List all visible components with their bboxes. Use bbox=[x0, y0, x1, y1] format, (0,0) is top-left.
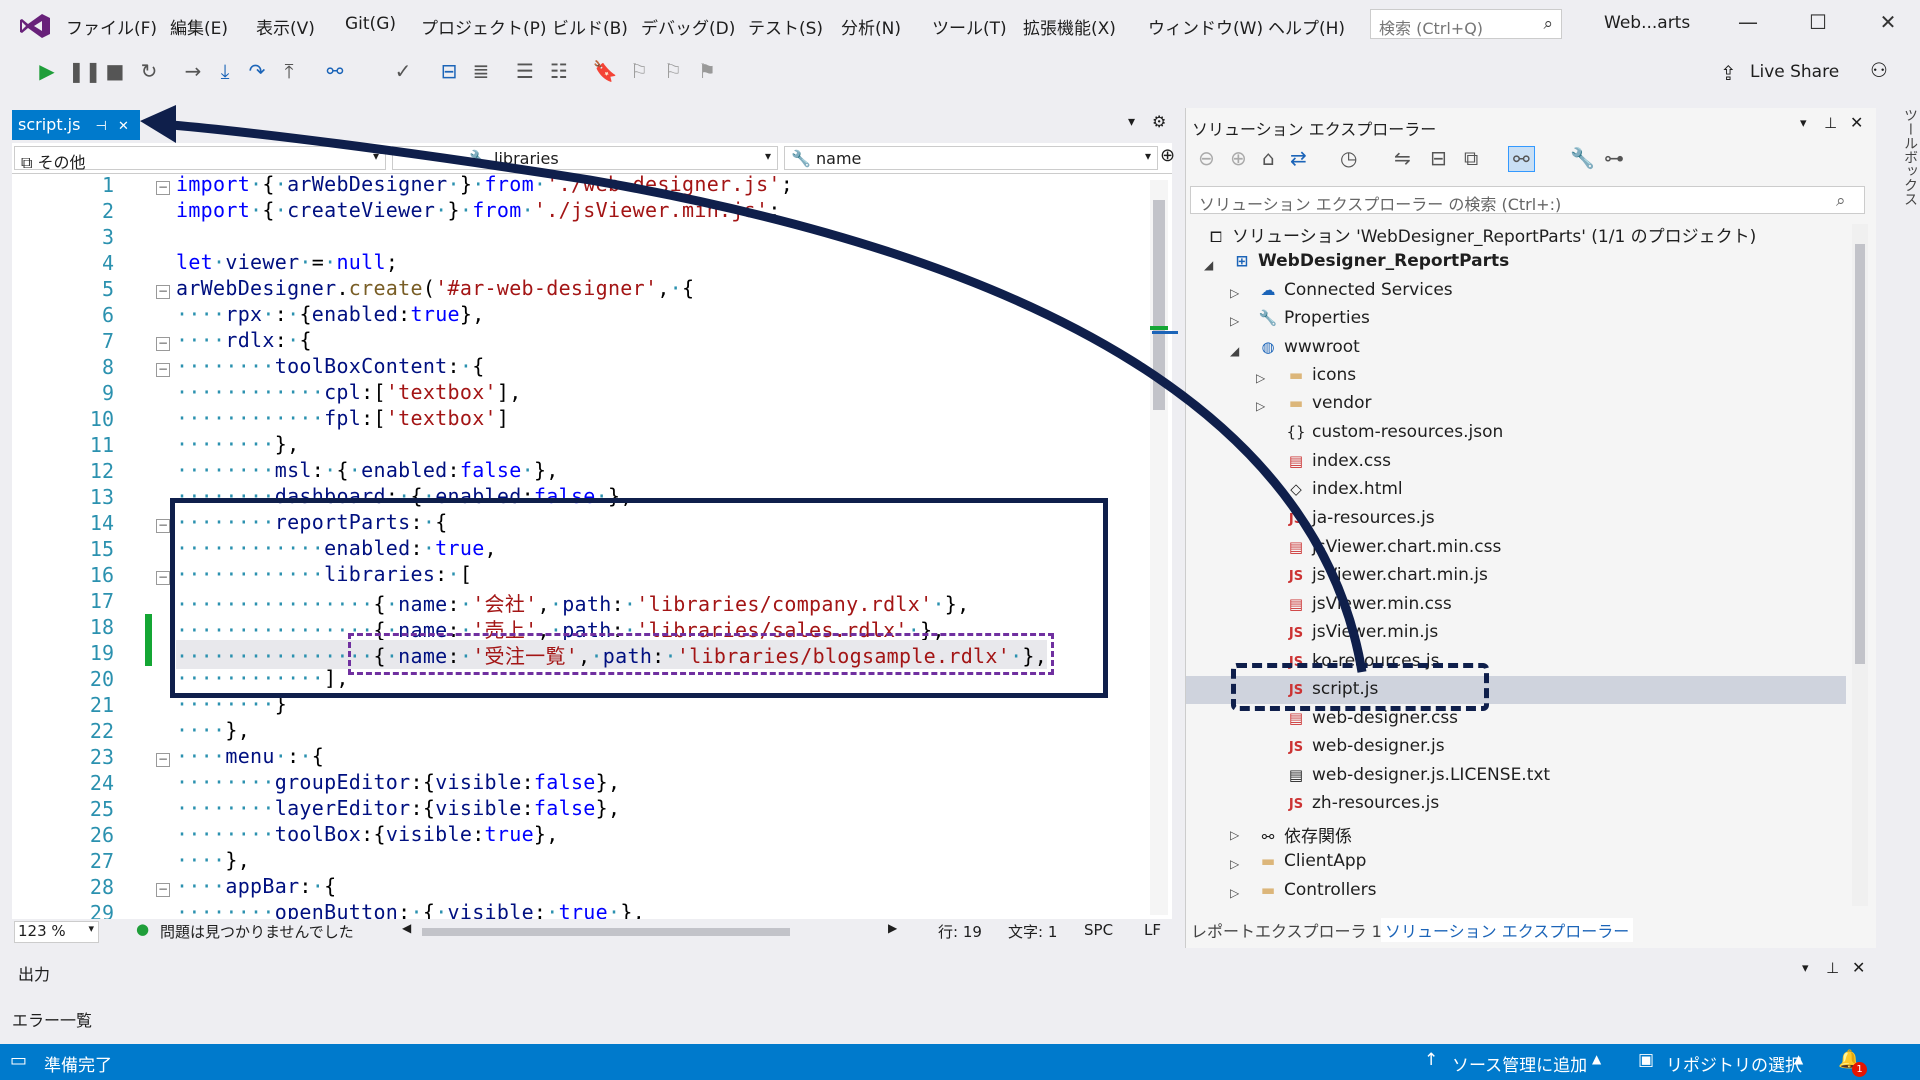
annotation-arrow bbox=[140, 105, 1367, 673]
arrow-head bbox=[140, 105, 176, 143]
arrow-curve bbox=[171, 120, 1367, 673]
